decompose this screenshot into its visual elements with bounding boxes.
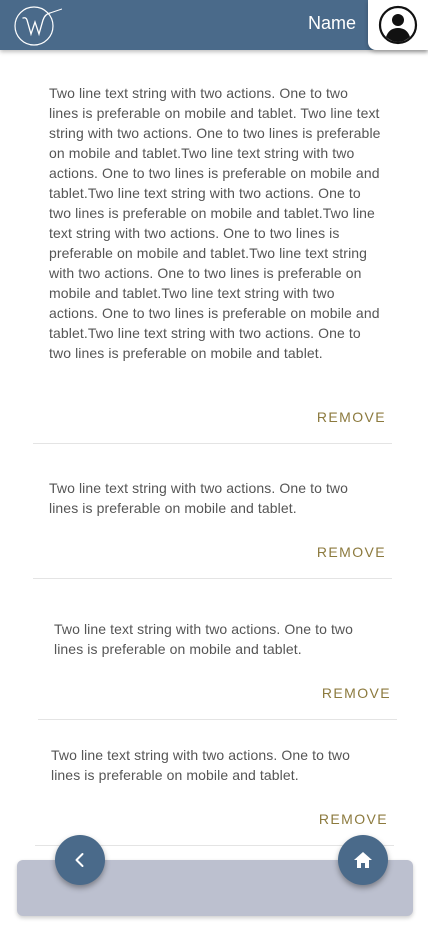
avatar-button[interactable] bbox=[368, 0, 428, 50]
back-button[interactable] bbox=[55, 835, 105, 885]
remove-button[interactable]: REMOVE bbox=[317, 409, 386, 425]
logo-icon bbox=[12, 2, 63, 48]
user-name: Name bbox=[307, 13, 356, 33]
app-header: Name bbox=[0, 0, 428, 50]
list-item: Two line text string with two actions. O… bbox=[35, 719, 394, 846]
chevron-left-icon bbox=[75, 853, 84, 867]
list-item: Two line text string with two actions. O… bbox=[33, 443, 392, 579]
list-item: Two line text string with two actions. O… bbox=[33, 70, 392, 444]
home-icon bbox=[354, 852, 372, 868]
item-text: Two line text string with two actions. O… bbox=[54, 621, 354, 657]
page: Name Two line text string with two actio… bbox=[0, 0, 428, 926]
item-text: Two line text string with two actions. O… bbox=[51, 747, 351, 783]
user-avatar-icon bbox=[378, 5, 418, 45]
item-text: Two line text string with two actions. O… bbox=[49, 480, 349, 516]
remove-button[interactable]: REMOVE bbox=[322, 685, 391, 701]
remove-button[interactable]: REMOVE bbox=[319, 811, 388, 827]
remove-button[interactable]: REMOVE bbox=[317, 544, 386, 560]
home-button[interactable] bbox=[338, 835, 388, 885]
list-item: Two line text string with two actions. O… bbox=[38, 578, 397, 720]
item-text: Two line text string with two actions. O… bbox=[49, 85, 381, 361]
